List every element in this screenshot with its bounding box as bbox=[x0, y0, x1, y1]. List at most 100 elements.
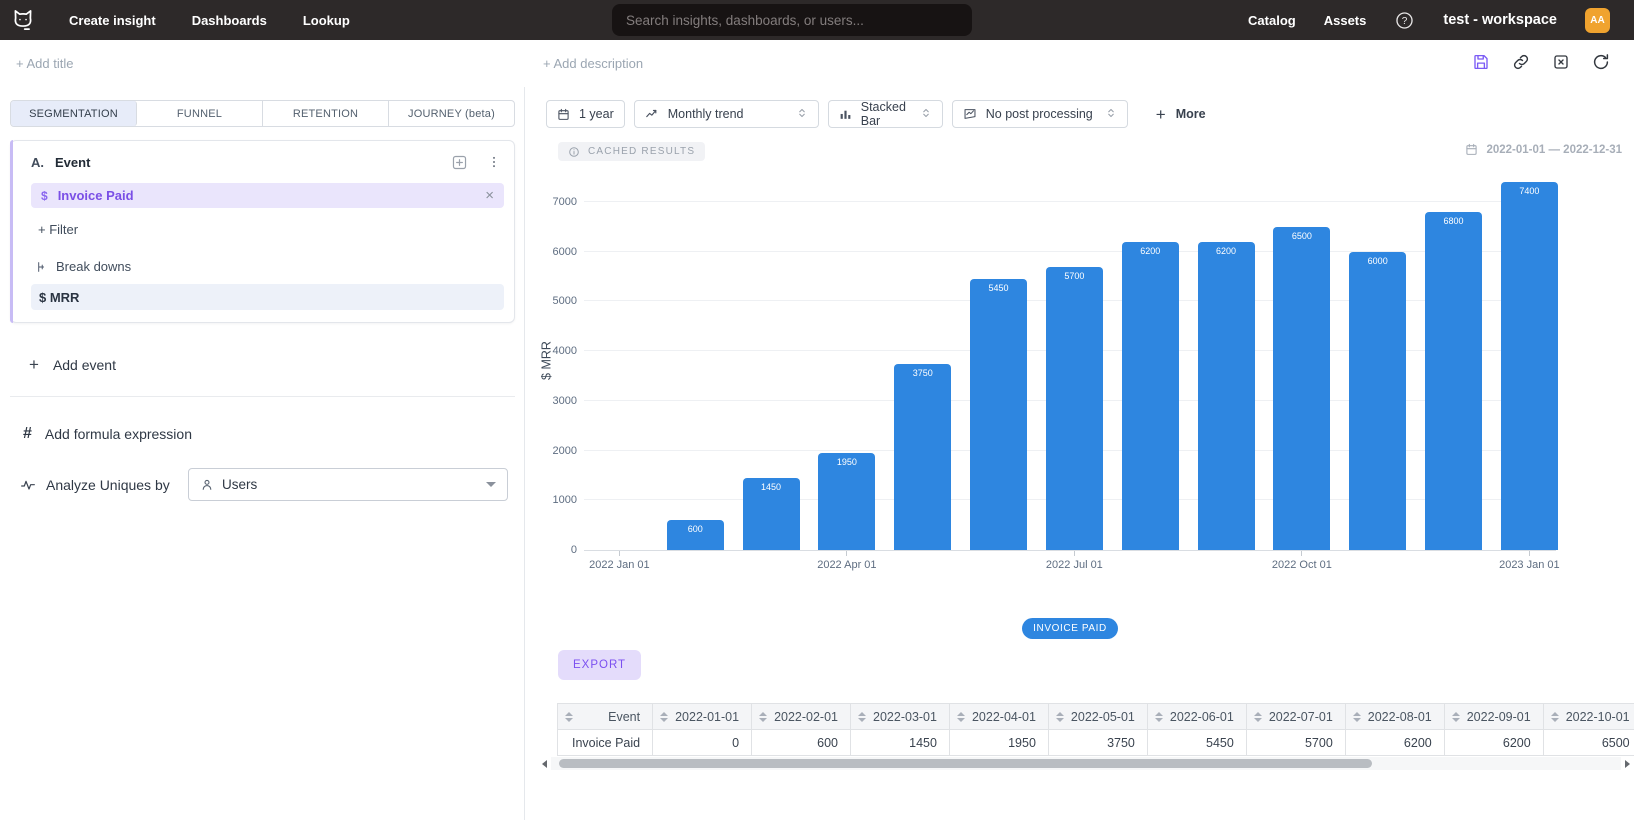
divider bbox=[10, 396, 515, 397]
y-axis-tick-label: 1000 bbox=[533, 494, 577, 506]
bar[interactable]: 6200 bbox=[1198, 242, 1255, 550]
table-header-cell[interactable]: 2022-08-01 bbox=[1345, 704, 1444, 730]
table-header-cell[interactable]: 2022-04-01 bbox=[949, 704, 1048, 730]
more-button[interactable]: + More bbox=[1156, 106, 1206, 123]
table-header-cell[interactable]: 2022-03-01 bbox=[851, 704, 950, 730]
sort-icon[interactable] bbox=[858, 712, 866, 722]
sort-icon[interactable] bbox=[1452, 712, 1460, 722]
add-formula-button[interactable]: # Add formula expression bbox=[10, 425, 515, 443]
tab-retention[interactable]: RETENTION bbox=[263, 101, 389, 126]
page: Create insight Dashboards Lookup Catalog… bbox=[0, 0, 1634, 820]
activity-icon bbox=[20, 477, 36, 493]
add-event-button[interactable]: + Add event bbox=[10, 356, 515, 373]
bar[interactable]: 6200 bbox=[1122, 242, 1179, 550]
table-header-cell[interactable]: 2022-02-01 bbox=[752, 704, 851, 730]
sort-icon[interactable] bbox=[1056, 712, 1064, 722]
bar-value-label: 1950 bbox=[818, 457, 875, 467]
tab-segmentation[interactable]: SEGMENTATION bbox=[11, 101, 137, 126]
bar[interactable]: 6500 bbox=[1273, 227, 1330, 550]
sort-icon[interactable] bbox=[565, 712, 573, 722]
kebab-menu-icon[interactable] bbox=[487, 154, 501, 170]
y-axis-tick-label: 2000 bbox=[533, 445, 577, 457]
chevron-down-icon bbox=[486, 482, 496, 487]
sort-icon[interactable] bbox=[1254, 712, 1262, 722]
bar[interactable]: 5700 bbox=[1046, 267, 1103, 550]
scrollbar-track[interactable] bbox=[551, 757, 1621, 770]
refresh-icon[interactable] bbox=[1592, 53, 1610, 71]
table-cell: 600 bbox=[752, 730, 851, 756]
breakdown-mrr-row[interactable]: $ MRR bbox=[31, 284, 504, 310]
y-axis-tick-label: 3000 bbox=[533, 395, 577, 407]
bar[interactable]: 6000 bbox=[1349, 252, 1406, 550]
save-icon[interactable] bbox=[1472, 53, 1490, 71]
bar[interactable]: 7400 bbox=[1501, 182, 1558, 550]
table-header-cell[interactable]: 2022-06-01 bbox=[1147, 704, 1246, 730]
bar[interactable]: 5450 bbox=[970, 279, 1027, 550]
post-processing-select[interactable]: No post processing bbox=[952, 100, 1128, 128]
analyze-label: Analyze Uniques by bbox=[46, 477, 170, 493]
bar[interactable]: 600 bbox=[667, 520, 724, 550]
table-data-row: Invoice Paid0600145019503750545057006200… bbox=[558, 730, 1634, 756]
remove-event-icon[interactable]: × bbox=[485, 188, 494, 203]
export-button[interactable]: EXPORT bbox=[558, 650, 641, 680]
scroll-left-arrow[interactable] bbox=[538, 757, 551, 770]
table-header-cell[interactable]: 2022-05-01 bbox=[1048, 704, 1147, 730]
x-axis-tick-label: 2022 Jul 01 bbox=[1019, 559, 1129, 571]
table-event-cell: Invoice Paid bbox=[558, 730, 653, 756]
nav-item-assets[interactable]: Assets bbox=[1324, 13, 1367, 28]
trend-select[interactable]: Monthly trend bbox=[634, 100, 819, 128]
bar[interactable]: 1450 bbox=[743, 478, 800, 550]
dollar-measure-icon: $ bbox=[41, 189, 48, 203]
result-date-range[interactable]: 2022-01-01 — 2022-12-31 bbox=[1465, 143, 1622, 156]
x-axis-tick-label: 2022 Oct 01 bbox=[1247, 559, 1357, 571]
table-header-cell[interactable]: Event bbox=[558, 704, 653, 730]
legend-item-invoice-paid[interactable]: INVOICE PAID bbox=[1022, 618, 1118, 639]
selected-event-row[interactable]: $ Invoice Paid × bbox=[31, 183, 504, 208]
date-range-button[interactable]: 1 year bbox=[546, 100, 625, 128]
sort-icon[interactable] bbox=[1551, 712, 1559, 722]
nav-item-catalog[interactable]: Catalog bbox=[1248, 13, 1296, 28]
scrollbar-thumb[interactable] bbox=[559, 759, 1372, 768]
table-header-cell[interactable]: 2022-01-01 bbox=[653, 704, 752, 730]
sort-icon[interactable] bbox=[759, 712, 767, 722]
add-title-field[interactable]: + Add title bbox=[16, 56, 73, 71]
nav-item-dashboards[interactable]: Dashboards bbox=[192, 13, 267, 28]
sort-icon[interactable] bbox=[660, 712, 668, 722]
avatar[interactable]: AA bbox=[1585, 8, 1610, 33]
add-filter-button[interactable]: + Filter bbox=[38, 222, 504, 237]
results-panel: 1 year Monthly trend bbox=[525, 87, 1634, 820]
bar-value-label: 5700 bbox=[1046, 271, 1103, 281]
add-description-field[interactable]: + Add description bbox=[543, 56, 643, 71]
tab-journey[interactable]: JOURNEY (beta) bbox=[389, 101, 514, 126]
workspace-name[interactable]: test - workspace bbox=[1443, 12, 1557, 28]
export-box-icon[interactable] bbox=[1552, 53, 1570, 71]
table-header-cell[interactable]: 2022-07-01 bbox=[1246, 704, 1345, 730]
y-axis-title: $ MRR bbox=[540, 326, 555, 396]
horizontal-scrollbar[interactable] bbox=[538, 757, 1634, 770]
bar[interactable]: 3750 bbox=[894, 364, 951, 550]
duplicate-event-icon[interactable] bbox=[451, 154, 468, 171]
search-input[interactable] bbox=[612, 4, 972, 36]
nav-item-lookup[interactable]: Lookup bbox=[303, 13, 350, 28]
x-axis-tick bbox=[1074, 551, 1075, 556]
bar-value-label: 6000 bbox=[1349, 256, 1406, 266]
plus-icon: + bbox=[1156, 106, 1166, 123]
help-icon[interactable]: ? bbox=[1394, 10, 1415, 31]
tab-funnel[interactable]: FUNNEL bbox=[137, 101, 263, 126]
scroll-right-arrow[interactable] bbox=[1621, 757, 1634, 770]
table-header-cell[interactable]: 2022-10-01 bbox=[1543, 704, 1634, 730]
cat-logo-icon[interactable] bbox=[10, 7, 36, 33]
bar[interactable]: 1950 bbox=[818, 453, 875, 550]
table-header-cell[interactable]: 2022-09-01 bbox=[1444, 704, 1543, 730]
analyze-uniques-select[interactable]: Users bbox=[188, 468, 508, 501]
sort-icon[interactable] bbox=[1155, 712, 1163, 722]
breakdowns-button[interactable]: Break downs bbox=[36, 259, 504, 274]
link-icon[interactable] bbox=[1512, 53, 1530, 71]
event-card-title: Event bbox=[55, 155, 90, 170]
nav-item-create-insight[interactable]: Create insight bbox=[69, 13, 156, 28]
sort-icon[interactable] bbox=[957, 712, 965, 722]
bar[interactable]: 6800 bbox=[1425, 212, 1482, 550]
chart-type-select[interactable]: Stacked Bar bbox=[828, 100, 943, 128]
sort-icon[interactable] bbox=[1353, 712, 1361, 722]
query-builder-panel: SEGMENTATION FUNNEL RETENTION JOURNEY (b… bbox=[0, 87, 525, 820]
